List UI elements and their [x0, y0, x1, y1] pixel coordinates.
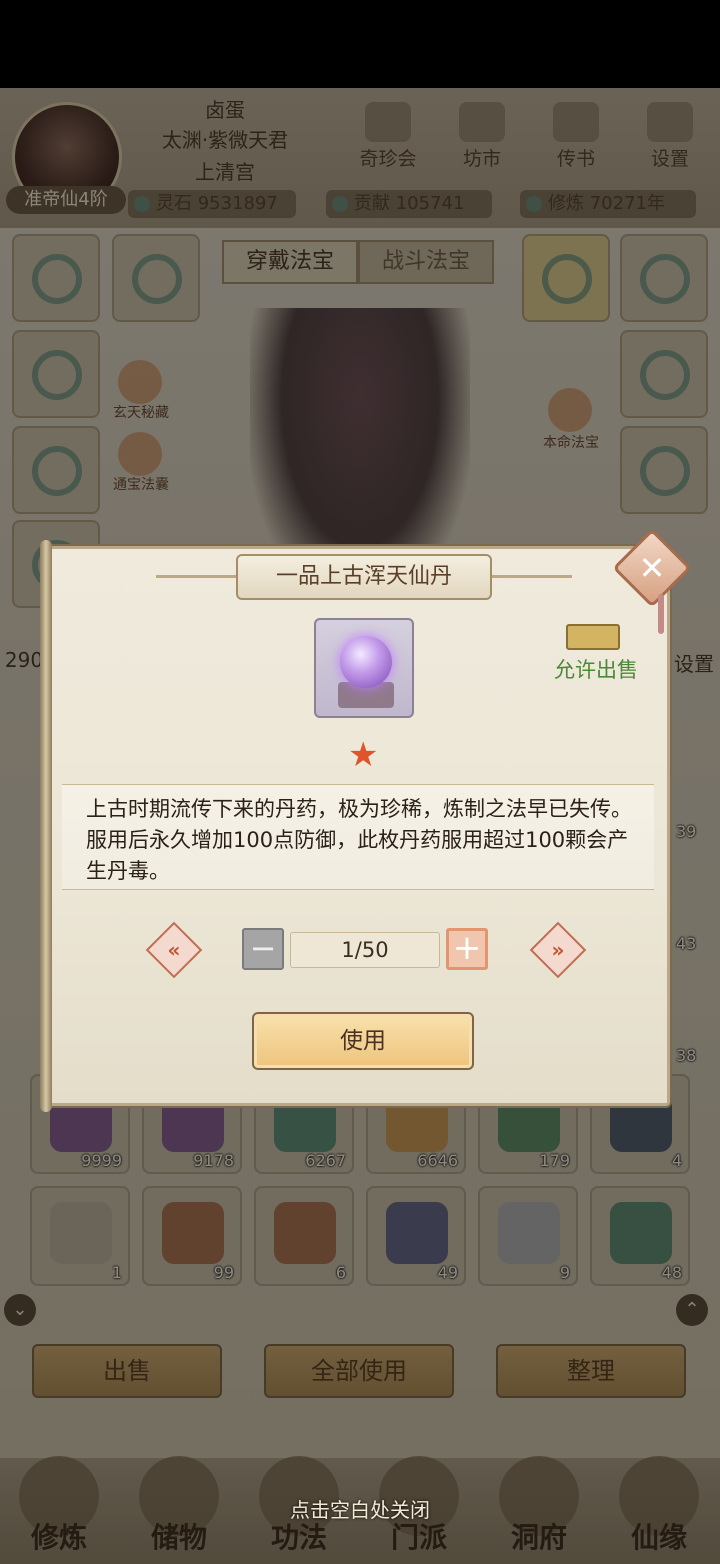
modal-title: 一品上古浑天仙丹 [236, 554, 492, 600]
plus-button[interactable]: + [446, 928, 488, 970]
quantity-field[interactable]: 1/50 [290, 932, 440, 968]
tassel-ornament [658, 594, 664, 634]
item-description: 上古时期流传下来的丹药，极为珍稀，炼制之法早已失传。服用后永久增加100点防御，… [86, 797, 632, 883]
double-chevron-right-icon: » [551, 938, 565, 962]
item-icon-frame [314, 618, 414, 718]
scroll-rod-left [40, 540, 52, 1112]
double-chevron-left-icon: « [167, 938, 181, 962]
pill-orb-icon [340, 636, 392, 688]
title-ornament-left [156, 575, 236, 578]
use-button[interactable]: 使用 [252, 1012, 474, 1070]
status-bar-area [0, 0, 720, 88]
tap-to-close-hint: 点击空白处关闭 [290, 1498, 430, 1522]
close-icon: ✕ [638, 549, 666, 587]
title-ornament-right [492, 575, 572, 578]
star-rating-icon: ★ [348, 735, 379, 775]
sellable-label: 允许出售 [554, 658, 638, 682]
sellable-icon [566, 624, 620, 650]
item-detail-modal: 一品上古浑天仙丹 ✕ 允许出售 ★ 上古时期流传下来的丹药，极为珍稀，炼制之法早… [40, 528, 692, 1112]
minus-button[interactable]: − [242, 928, 284, 970]
